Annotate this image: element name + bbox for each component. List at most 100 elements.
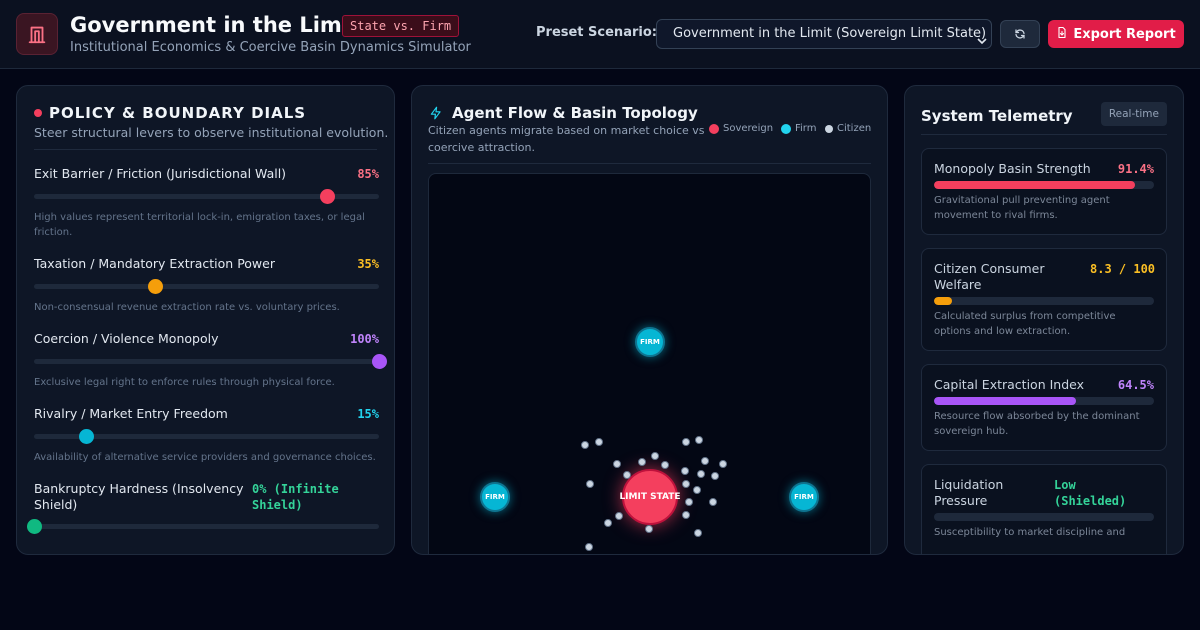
slider-help: Non-consensual revenue extraction rate v… — [34, 302, 340, 313]
sovereign-node[interactable]: LIMIT STATE — [619, 469, 681, 525]
citizen-agent — [604, 519, 612, 527]
citizen-agent — [661, 461, 669, 469]
preset-select[interactable]: Government in the Limit (Sovereign Limit… — [656, 19, 992, 49]
citizen-agent — [682, 438, 690, 446]
citizen-agent — [685, 498, 693, 506]
app-subtitle: Institutional Economics & Coercive Basin… — [70, 40, 471, 55]
citizen-agent — [681, 467, 689, 475]
preset-value: Government in the Limit (Sovereign Limit… — [673, 26, 987, 41]
slider-track[interactable] — [34, 279, 379, 294]
card-desc: Calculated surplus from competitive opti… — [934, 311, 1116, 337]
slider-track[interactable] — [34, 189, 379, 204]
citizen-agent — [651, 452, 659, 460]
card-label: Monopoly Basin Strength — [934, 161, 1091, 176]
divider — [428, 163, 871, 164]
policy-subtitle: Steer structural levers to observe insti… — [34, 125, 389, 140]
slider-label: Bankruptcy Hardness (Insolvency Shield) — [34, 481, 244, 512]
citizen-agent — [701, 457, 709, 465]
status-dot — [34, 109, 42, 117]
card-value: Low (Shielded) — [1054, 478, 1127, 508]
firm-node[interactable]: FIRM — [635, 327, 665, 357]
card-bar-fill — [934, 397, 1076, 405]
citizen-swatch — [825, 124, 833, 133]
slider-track[interactable] — [34, 354, 387, 369]
app-header: Government in the Limit State vs. Firm I… — [0, 0, 1200, 69]
basin-canvas[interactable]: FIRM FIRM FIRM LIMIT STATE — [428, 173, 871, 554]
slider-help: High values represent territorial lock-i… — [34, 212, 365, 238]
card-desc: Susceptibility to market discipline and — [934, 527, 1126, 538]
telemetry-card-extraction: Capital Extraction Index 64.5% Resource … — [921, 364, 1167, 451]
refresh-icon — [1014, 25, 1026, 44]
citizen-agent — [586, 480, 594, 488]
export-report-label: Export Report — [1073, 26, 1176, 42]
slider-value: 15% — [357, 407, 379, 421]
card-bar — [934, 397, 1154, 405]
export-report-button[interactable]: Export Report — [1048, 20, 1184, 48]
slider-thumb[interactable] — [372, 354, 387, 369]
divider — [921, 134, 1167, 135]
slider-help: Exclusive legal right to enforce rules t… — [34, 377, 335, 388]
citizen-agent — [709, 498, 717, 506]
card-desc: Resource flow absorbed by the dominant s… — [934, 411, 1140, 437]
card-bar — [934, 513, 1154, 521]
firm-node[interactable]: FIRM — [480, 482, 510, 512]
card-desc: Gravitational pull preventing agent move… — [934, 195, 1110, 221]
citizen-agent — [581, 441, 589, 449]
firm-node[interactable]: FIRM — [789, 482, 819, 512]
slider-help: Availability of alternative service prov… — [34, 452, 376, 463]
mode-badge: State vs. Firm — [342, 15, 460, 37]
preset-label: Preset Scenario: — [536, 25, 657, 40]
slider-thumb[interactable] — [27, 519, 42, 534]
legend-label: Citizen — [837, 123, 872, 134]
legend-label: Sovereign — [723, 123, 774, 134]
citizen-agent — [682, 480, 690, 488]
citizen-agent — [711, 472, 719, 480]
sovereign-swatch — [709, 123, 719, 134]
card-value: 91.4% — [1117, 162, 1154, 176]
citizen-agent — [719, 460, 727, 468]
divider — [34, 149, 377, 150]
slider-label: Taxation / Mandatory Extraction Power — [34, 256, 275, 271]
card-value: 64.5% — [1117, 378, 1154, 392]
slider-value: 100% — [350, 332, 379, 346]
legend-firm: Firm — [781, 123, 816, 134]
file-export-icon — [1056, 26, 1068, 43]
slider-track[interactable] — [34, 429, 379, 444]
citizen-agent — [615, 512, 623, 520]
slider-label: Exit Barrier / Friction (Jurisdictional … — [34, 166, 287, 181]
policy-title: POLICY & BOUNDARY DIALS — [49, 104, 307, 122]
policy-panel: POLICY & BOUNDARY DIALS Steer structural… — [16, 85, 395, 555]
slider-thumb[interactable] — [78, 429, 94, 444]
card-bar — [934, 297, 1154, 305]
reset-button[interactable] — [1000, 20, 1040, 48]
slider-thumb[interactable] — [147, 279, 163, 294]
legend-citizen: Citizen — [825, 123, 871, 134]
slider-label: Rivalry / Market Entry Freedom — [34, 406, 228, 421]
card-label: Capital Extraction Index — [934, 377, 1084, 392]
card-bar-fill — [934, 297, 953, 305]
citizen-agent — [595, 438, 603, 446]
topology-panel: Agent Flow & Basin Topology Citizen agen… — [411, 85, 888, 555]
telemetry-card-liquidation: Liquidation Pressure Low (Shielded) Susc… — [921, 464, 1167, 554]
realtime-badge: Real-time — [1100, 102, 1167, 126]
telemetry-card-welfare: Citizen Consumer Welfare 8.3 / 100 Calcu… — [921, 248, 1167, 351]
card-bar — [934, 181, 1154, 189]
card-bar-fill — [934, 181, 1136, 189]
citizen-agent — [613, 460, 621, 468]
card-label: Citizen Consumer Welfare — [934, 261, 1045, 292]
slider-track[interactable] — [27, 519, 379, 534]
legend-label: Firm — [795, 123, 817, 134]
card-label: Liquidation Pressure — [934, 477, 1004, 508]
card-value: 8.3 / 100 — [1090, 262, 1156, 276]
slider-value: 85% — [357, 167, 379, 181]
slider-value: 35% — [357, 257, 379, 271]
slider-value: 0% (Infinite Shield) — [252, 482, 339, 512]
chevron-down-icon — [977, 29, 987, 57]
slider-thumb[interactable] — [320, 189, 336, 204]
building-icon — [16, 13, 58, 55]
citizen-agent — [585, 543, 593, 551]
legend-sovereign: Sovereign — [709, 123, 773, 134]
firm-swatch — [781, 123, 791, 134]
citizen-agent — [695, 436, 703, 444]
citizen-agent — [623, 471, 631, 479]
